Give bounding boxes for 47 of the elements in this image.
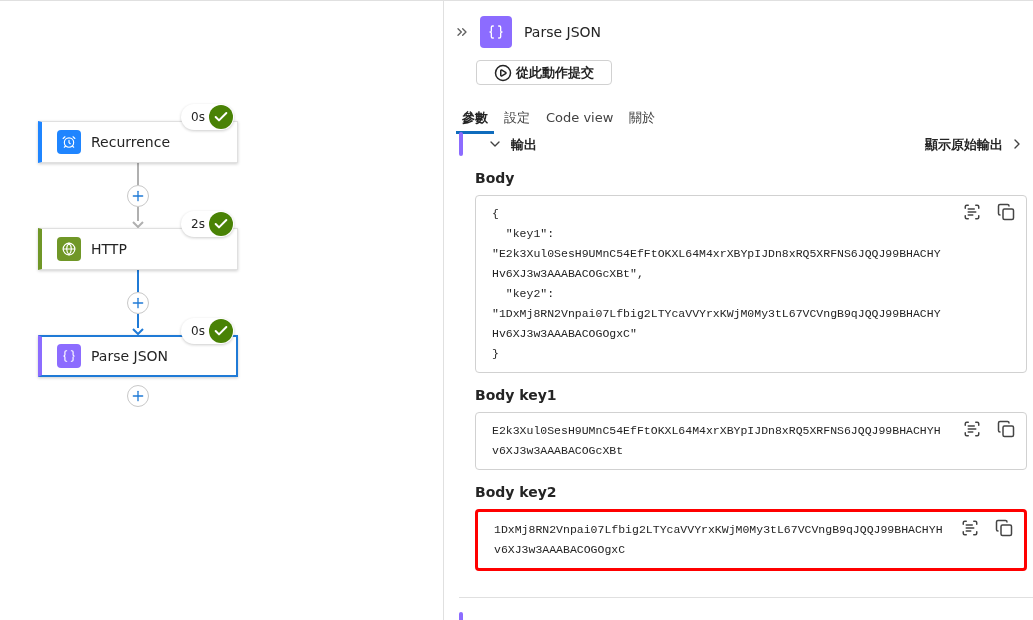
output-text-line: "key1": xyxy=(504,226,556,243)
plus-icon xyxy=(130,295,146,311)
action-card[interactable]: Parse JSON xyxy=(38,335,238,377)
action-icon xyxy=(57,237,81,261)
action-title: Parse JSON xyxy=(91,346,168,366)
format-icon[interactable] xyxy=(962,419,982,440)
format-icon[interactable] xyxy=(960,518,980,539)
output-text-line: "1DxMj8RN2Vnpai07Lfbig2LTYcaVVYrxKWjM0My3tL67VCVngB9qJQQJ99BHACHY xyxy=(492,306,942,323)
show-raw-output-link[interactable]: 顯示原始輸出 xyxy=(925,134,1025,154)
section-title: 輸出 xyxy=(511,135,537,154)
output-text-line: "key2": xyxy=(504,286,556,303)
action-title: Recurrence xyxy=(91,132,171,152)
output-text-line: } xyxy=(492,346,500,363)
add-step-button[interactable] xyxy=(127,292,149,314)
plus-icon xyxy=(130,188,146,204)
output-text-line: 1DxMj8RN2Vnpai07Lfbig2LTYcaVVYrxKWjM0My3tL67VCVngB9qJQQJ99BHACHYH xyxy=(494,522,944,539)
action-card[interactable]: HTTP xyxy=(38,228,238,270)
field-label: Body key2 xyxy=(475,483,558,503)
add-step-button[interactable] xyxy=(127,185,149,207)
action-title: HTTP xyxy=(91,239,127,259)
action-icon xyxy=(57,130,81,154)
arrow-head-icon xyxy=(132,328,144,335)
plus-icon xyxy=(130,388,146,404)
action-card[interactable]: Recurrence xyxy=(38,121,238,163)
arrow-head-icon xyxy=(132,221,144,228)
output-text-line: Hv6XJ3w3AAABACOGcXBt", xyxy=(492,266,645,283)
add-step-button[interactable] xyxy=(127,385,149,407)
play-icon xyxy=(494,63,512,82)
submit-from-action-button[interactable]: 從此動作提交 xyxy=(476,60,612,86)
output-text-line: Hv6XJ3w3AAABACOGOgxC" xyxy=(492,326,638,343)
tab[interactable]: 關於 xyxy=(623,104,662,135)
copy-icon[interactable] xyxy=(994,518,1014,539)
format-icon[interactable] xyxy=(962,202,982,223)
field-label: Body xyxy=(475,169,516,189)
output-text-line: E2k3Xul0SesH9UMnC54EfFtOKXL64M4xrXBYpIJDn8xRQ5XRFNS6JQQJ99BHACHYH xyxy=(492,423,942,440)
field-label: Body key1 xyxy=(475,386,558,406)
output-text-line: v6XJ3w3AAABACOGcXBt xyxy=(492,443,625,460)
output-text-line: v6XJ3w3AAABACOGOgxC xyxy=(494,542,627,559)
output-text-line: { xyxy=(492,206,500,223)
panel-title: Parse JSON xyxy=(524,22,601,42)
action-icon xyxy=(480,16,512,48)
action-icon xyxy=(57,344,81,368)
tab[interactable]: Code view xyxy=(540,104,620,135)
copy-icon[interactable] xyxy=(996,419,1016,440)
copy-icon[interactable] xyxy=(996,202,1016,223)
tab[interactable]: 設定 xyxy=(498,104,536,135)
output-text-line: "E2k3Xul0SesH9UMnC54EfFtOKXL64M4xrXBYpIJDn8xRQ5XRFNS6JQQJ99BHACHY xyxy=(492,246,942,263)
